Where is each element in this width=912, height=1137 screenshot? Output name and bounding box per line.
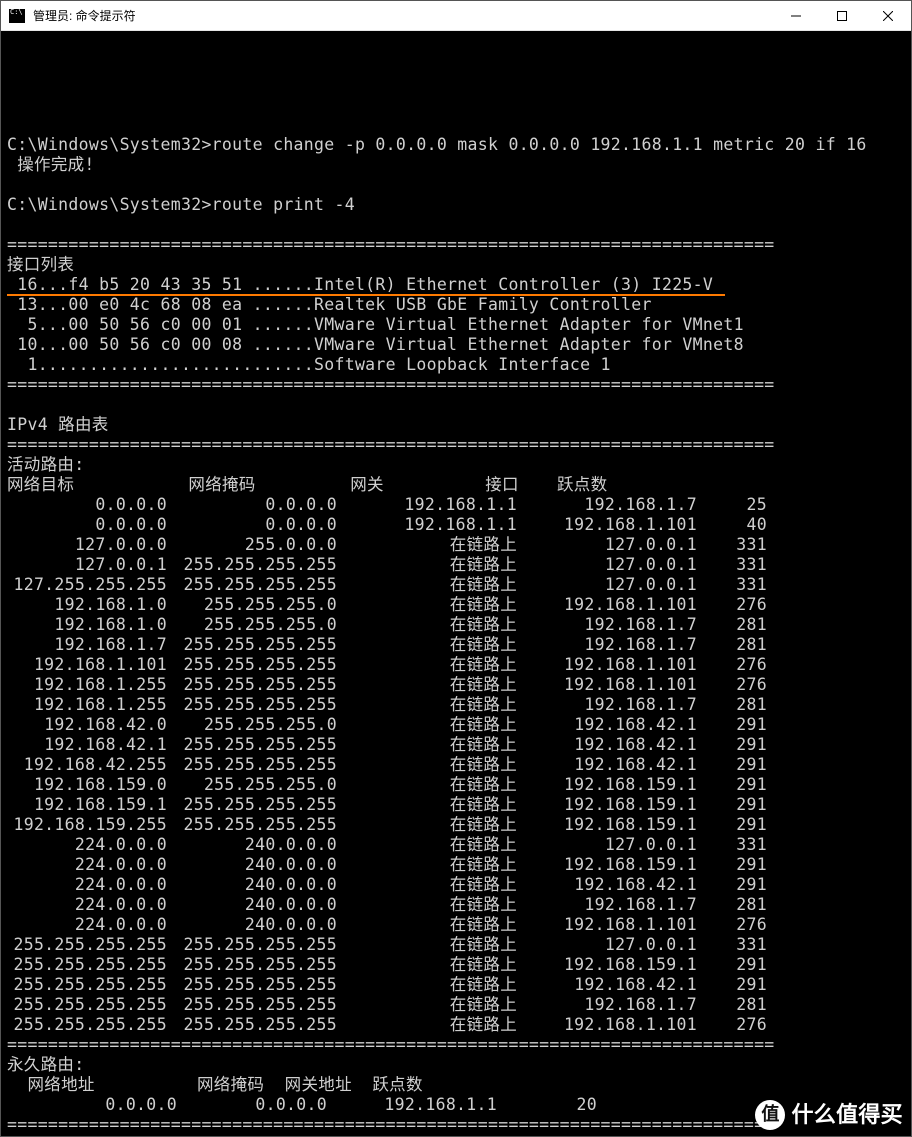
route-row: 127.0.0.1255.255.255.255在链路上127.0.0.1331 [7, 555, 905, 575]
cmd-icon: C:\ [9, 9, 25, 23]
close-button[interactable] [865, 1, 911, 31]
route-row: 192.168.1.7255.255.255.255在链路上192.168.1.… [7, 635, 905, 655]
terminal-line [7, 395, 905, 415]
route-row: 255.255.255.255255.255.255.255在链路上127.0.… [7, 935, 905, 955]
interface-row: 1...........................Software Loo… [7, 355, 905, 375]
route-row: 192.168.42.1255.255.255.255在链路上192.168.4… [7, 735, 905, 755]
terminal-line [7, 1135, 905, 1136]
persistent-routes-title: 永久路由: [7, 1055, 905, 1075]
terminal-output[interactable]: 值 什么值得买 C:\Windows\System32>route change… [1, 31, 911, 1136]
window-title: 管理员: 命令提示符 [33, 7, 773, 24]
cmd-route-change: C:\Windows\System32>route change -p 0.0.… [7, 135, 905, 155]
interface-row: 13...00 e0 4c 68 08 ea ......Realtek USB… [7, 295, 905, 315]
route-row: 192.168.42.255255.255.255.255在链路上192.168… [7, 755, 905, 775]
separator: ========================================… [7, 235, 905, 255]
interface-row: 5...00 50 56 c0 00 01 ......VMware Virtu… [7, 315, 905, 335]
terminal-line [7, 215, 905, 235]
watermark-text: 什么值得买 [791, 1105, 903, 1125]
route-row: 192.168.159.1255.255.255.255在链路上192.168.… [7, 795, 905, 815]
ipv4-route-table-title: IPv4 路由表 [7, 415, 905, 435]
cmd-route-print: C:\Windows\System32>route print -4 [7, 195, 905, 215]
route-row: 192.168.1.255255.255.255.255在链路上192.168.… [7, 695, 905, 715]
route-row: 255.255.255.255255.255.255.255在链路上192.16… [7, 975, 905, 995]
route-row: 224.0.0.0240.0.0.0在链路上192.168.42.1291 [7, 875, 905, 895]
cmd-result: 操作完成! [7, 155, 905, 175]
route-row: 224.0.0.0240.0.0.0在链路上192.168.1.7281 [7, 895, 905, 915]
highlight-underline [7, 294, 725, 296]
route-row: 255.255.255.255255.255.255.255在链路上192.16… [7, 955, 905, 975]
route-row: 127.255.255.255255.255.255.255在链路上127.0.… [7, 575, 905, 595]
cmd-window: C:\ 管理员: 命令提示符 值 什么值得买 C:\Windows\System… [0, 0, 912, 1137]
terminal-line [7, 175, 905, 195]
route-row: 192.168.1.255255.255.255.255在链路上192.168.… [7, 675, 905, 695]
interface-row: 16...f4 b5 20 43 35 51 ......Intel(R) Et… [7, 275, 905, 295]
route-row: 224.0.0.0240.0.0.0在链路上192.168.159.1291 [7, 855, 905, 875]
minimize-button[interactable] [773, 1, 819, 31]
interface-list-header: 接口列表 [7, 255, 905, 275]
title-bar[interactable]: C:\ 管理员: 命令提示符 [1, 1, 911, 31]
separator: ========================================… [7, 435, 905, 455]
persistent-header: 网络地址 网络掩码 网关地址 跃点数 [7, 1075, 905, 1095]
maximize-button[interactable] [819, 1, 865, 31]
route-row: 192.168.159.0255.255.255.0在链路上192.168.15… [7, 775, 905, 795]
watermark: 值 什么值得买 [755, 1100, 903, 1130]
route-row: 0.0.0.00.0.0.0192.168.1.1192.168.1.10140 [7, 515, 905, 535]
route-row: 192.168.1.0255.255.255.0在链路上192.168.1.10… [7, 595, 905, 615]
route-row: 224.0.0.0240.0.0.0在链路上192.168.1.101276 [7, 915, 905, 935]
route-row: 255.255.255.255255.255.255.255在链路上192.16… [7, 995, 905, 1015]
route-row: 127.0.0.0255.0.0.0在链路上127.0.0.1331 [7, 535, 905, 555]
separator: ========================================… [7, 1035, 905, 1055]
route-row: 192.168.1.0255.255.255.0在链路上192.168.1.72… [7, 615, 905, 635]
route-row: 255.255.255.255255.255.255.255在链路上192.16… [7, 1015, 905, 1035]
route-row: 192.168.159.255255.255.255.255在链路上192.16… [7, 815, 905, 835]
watermark-badge-icon: 值 [755, 1100, 785, 1130]
route-table-header: 网络目标网络掩码网关接口跃点数 [7, 475, 905, 495]
route-row: 224.0.0.0240.0.0.0在链路上127.0.0.1331 [7, 835, 905, 855]
route-row: 192.168.42.0255.255.255.0在链路上192.168.42.… [7, 715, 905, 735]
interface-row: 10...00 50 56 c0 00 08 ......VMware Virt… [7, 335, 905, 355]
separator: ========================================… [7, 375, 905, 395]
route-row: 0.0.0.00.0.0.0192.168.1.1192.168.1.725 [7, 495, 905, 515]
window-controls [773, 1, 911, 31]
active-routes-title: 活动路由: [7, 455, 905, 475]
route-row: 192.168.1.101255.255.255.255在链路上192.168.… [7, 655, 905, 675]
terminal-line [7, 115, 905, 135]
